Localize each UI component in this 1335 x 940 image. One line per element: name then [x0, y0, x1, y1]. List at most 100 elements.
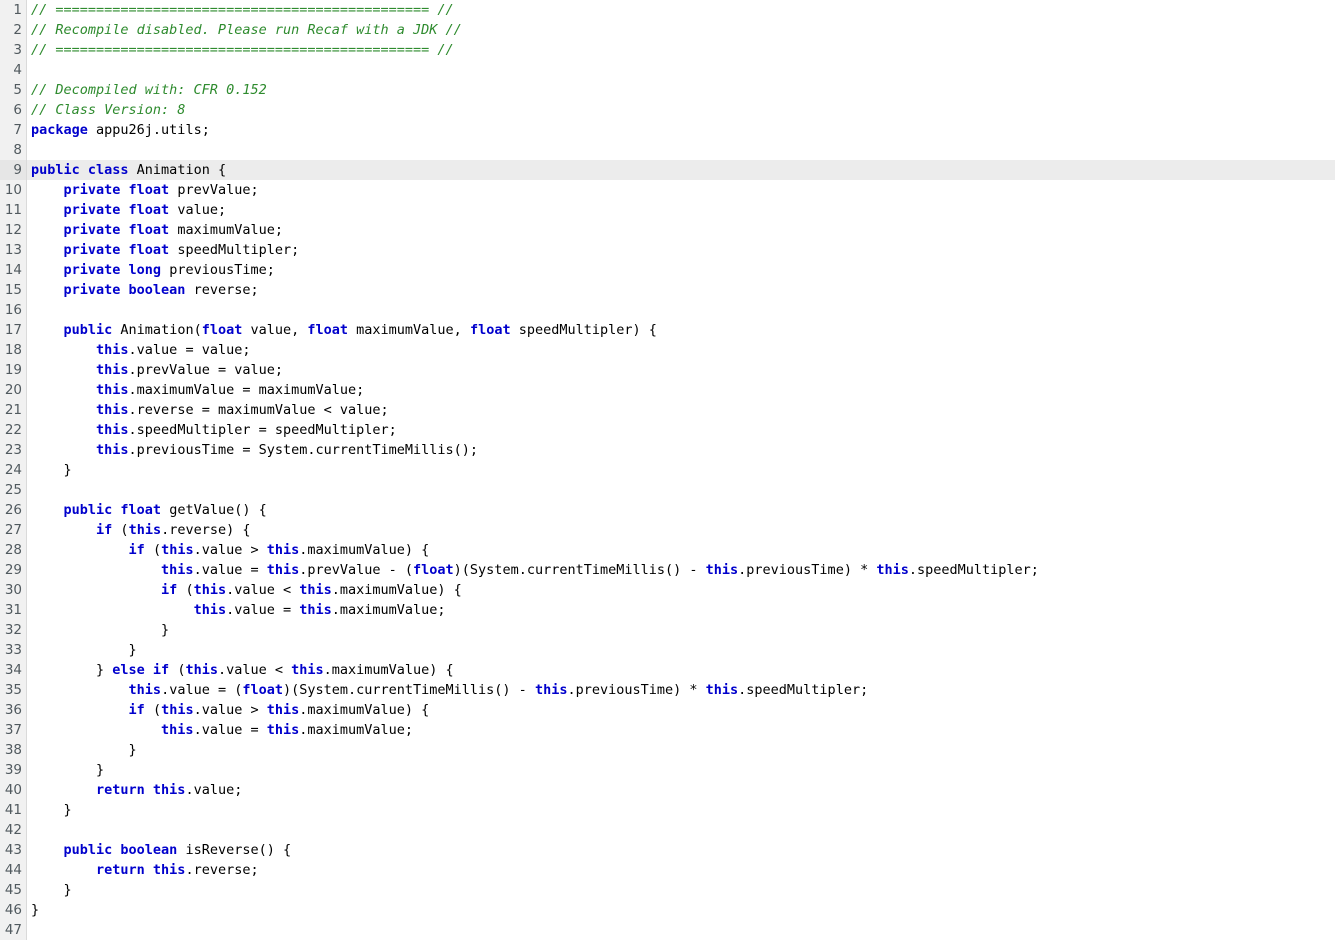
code-line[interactable]: 9 public class Animation { [0, 160, 1335, 180]
code-line[interactable]: 8 [0, 140, 1335, 160]
code-line[interactable]: 14 private long previousTime; [0, 260, 1335, 280]
code-line[interactable]: 24 } [0, 460, 1335, 480]
code-line[interactable]: 25 [0, 480, 1335, 500]
code-line[interactable]: 42 [0, 820, 1335, 840]
code-line[interactable]: 19 this.prevValue = value; [0, 360, 1335, 380]
code-line-text[interactable]: } [27, 740, 1335, 760]
code-line-text[interactable]: private float maximumValue; [27, 220, 1335, 240]
code-line[interactable]: 5// Decompiled with: CFR 0.152 [0, 80, 1335, 100]
token-pln: .prevValue - ( [299, 562, 414, 578]
code-line-text[interactable]: // Decompiled with: CFR 0.152 [27, 80, 1335, 100]
code-line-text[interactable]: this.speedMultipler = speedMultipler; [27, 420, 1335, 440]
code-lines[interactable]: 1// ====================================… [0, 0, 1335, 940]
code-line[interactable]: 11 private float value; [0, 200, 1335, 220]
code-line-text[interactable]: this.maximumValue = maximumValue; [27, 380, 1335, 400]
code-line[interactable]: 1// ====================================… [0, 0, 1335, 20]
code-line-text[interactable]: // Recompile disabled. Please run Recaf … [27, 20, 1335, 40]
code-line-text[interactable]: this.reverse = maximumValue < value; [27, 400, 1335, 420]
code-line[interactable]: 15 private boolean reverse; [0, 280, 1335, 300]
code-line-text[interactable]: this.value = value; [27, 340, 1335, 360]
code-line[interactable]: 44 return this.reverse; [0, 860, 1335, 880]
code-line-text[interactable]: } else if (this.value < this.maximumValu… [27, 660, 1335, 680]
code-line[interactable]: 16 [0, 300, 1335, 320]
code-line-text[interactable]: public class Animation { [27, 160, 1335, 180]
code-line-text[interactable]: // =====================================… [27, 0, 1335, 20]
code-line-text[interactable]: public float getValue() { [27, 500, 1335, 520]
code-line-text[interactable]: return this.reverse; [27, 860, 1335, 880]
token-kw: this [161, 702, 194, 718]
code-line[interactable]: 32 } [0, 620, 1335, 640]
code-line-text[interactable]: private long previousTime; [27, 260, 1335, 280]
code-line[interactable]: 41 } [0, 800, 1335, 820]
code-line-text[interactable]: } [27, 900, 1335, 920]
code-line-text[interactable] [27, 140, 1335, 160]
token-pln: .previousTime = System.currentTimeMillis… [128, 442, 479, 458]
code-line[interactable]: 33 } [0, 640, 1335, 660]
code-line-text[interactable]: } [27, 800, 1335, 820]
code-line-text[interactable]: } [27, 460, 1335, 480]
code-line-text[interactable]: } [27, 760, 1335, 780]
token-pln: } [31, 622, 170, 638]
code-line[interactable]: 35 this.value = (float)(System.currentTi… [0, 680, 1335, 700]
code-line[interactable]: 45 } [0, 880, 1335, 900]
code-line-text[interactable]: if (this.value > this.maximumValue) { [27, 540, 1335, 560]
code-line[interactable]: 21 this.reverse = maximumValue < value; [0, 400, 1335, 420]
code-line-text[interactable] [27, 300, 1335, 320]
code-line-text[interactable]: if (this.value > this.maximumValue) { [27, 700, 1335, 720]
code-line[interactable]: 46} [0, 900, 1335, 920]
code-line-text[interactable]: private float value; [27, 200, 1335, 220]
code-line-text[interactable]: } [27, 880, 1335, 900]
code-line-text[interactable]: this.previousTime = System.currentTimeMi… [27, 440, 1335, 460]
code-line-text[interactable] [27, 820, 1335, 840]
code-line[interactable]: 39 } [0, 760, 1335, 780]
code-line[interactable]: 2// Recompile disabled. Please run Recaf… [0, 20, 1335, 40]
code-line[interactable]: 10 private float prevValue; [0, 180, 1335, 200]
code-line[interactable]: 22 this.speedMultipler = speedMultipler; [0, 420, 1335, 440]
code-editor[interactable]: 1// ====================================… [0, 0, 1335, 940]
code-line[interactable]: 13 private float speedMultipler; [0, 240, 1335, 260]
code-line-text[interactable]: // Class Version: 8 [27, 100, 1335, 120]
code-line[interactable]: 18 this.value = value; [0, 340, 1335, 360]
code-line[interactable]: 34 } else if (this.value < this.maximumV… [0, 660, 1335, 680]
code-line[interactable]: 38 } [0, 740, 1335, 760]
code-line[interactable]: 20 this.maximumValue = maximumValue; [0, 380, 1335, 400]
code-line[interactable]: 23 this.previousTime = System.currentTim… [0, 440, 1335, 460]
code-line[interactable]: 7 package appu26j.utils; [0, 120, 1335, 140]
code-line[interactable]: 4 [0, 60, 1335, 80]
code-line-text[interactable]: if (this.reverse) { [27, 520, 1335, 540]
code-line[interactable]: 29 this.value = this.prevValue - (float)… [0, 560, 1335, 580]
code-line[interactable]: 28 if (this.value > this.maximumValue) { [0, 540, 1335, 560]
code-line[interactable]: 17 public Animation(float value, float m… [0, 320, 1335, 340]
code-line-text[interactable] [27, 480, 1335, 500]
code-line-text[interactable]: this.prevValue = value; [27, 360, 1335, 380]
code-line[interactable]: 12 private float maximumValue; [0, 220, 1335, 240]
code-line[interactable]: 3// ====================================… [0, 40, 1335, 60]
code-line-text[interactable]: if (this.value < this.maximumValue) { [27, 580, 1335, 600]
code-line[interactable]: 47 [0, 920, 1335, 940]
code-line-text[interactable]: this.value = this.prevValue - (float)(Sy… [27, 560, 1335, 580]
code-line[interactable]: 27 if (this.reverse) { [0, 520, 1335, 540]
code-line-text[interactable]: this.value = this.maximumValue; [27, 600, 1335, 620]
code-line[interactable]: 26 public float getValue() { [0, 500, 1335, 520]
code-line-text[interactable]: this.value = this.maximumValue; [27, 720, 1335, 740]
code-line-text[interactable]: private float speedMultipler; [27, 240, 1335, 260]
code-line-text[interactable]: public Animation(float value, float maxi… [27, 320, 1335, 340]
code-line[interactable]: 30 if (this.value < this.maximumValue) { [0, 580, 1335, 600]
code-line[interactable]: 37 this.value = this.maximumValue; [0, 720, 1335, 740]
code-line[interactable]: 6// Class Version: 8 [0, 100, 1335, 120]
code-line-text[interactable]: } [27, 640, 1335, 660]
code-line-text[interactable] [27, 920, 1335, 940]
code-line[interactable]: 36 if (this.value > this.maximumValue) { [0, 700, 1335, 720]
code-line-text[interactable]: // =====================================… [27, 40, 1335, 60]
code-line-text[interactable] [27, 60, 1335, 80]
code-line[interactable]: 31 this.value = this.maximumValue; [0, 600, 1335, 620]
code-line[interactable]: 43 public boolean isReverse() { [0, 840, 1335, 860]
code-line-text[interactable]: } [27, 620, 1335, 640]
code-line-text[interactable]: return this.value; [27, 780, 1335, 800]
code-line-text[interactable]: this.value = (float)(System.currentTimeM… [27, 680, 1335, 700]
code-line-text[interactable]: private boolean reverse; [27, 280, 1335, 300]
code-line-text[interactable]: public boolean isReverse() { [27, 840, 1335, 860]
code-line[interactable]: 40 return this.value; [0, 780, 1335, 800]
code-line-text[interactable]: package appu26j.utils; [27, 120, 1335, 140]
code-line-text[interactable]: private float prevValue; [27, 180, 1335, 200]
